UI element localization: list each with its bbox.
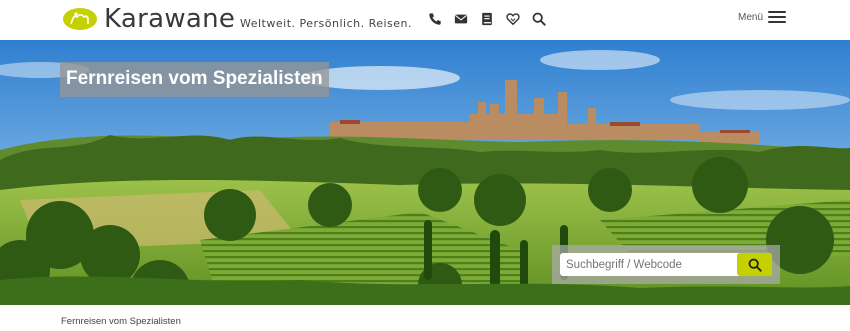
phone-button[interactable] (428, 11, 454, 27)
header-icon-bar (428, 11, 558, 27)
brand-tagline: Weltweit. Persönlich. Reisen. (240, 17, 413, 30)
hero-search-panel (552, 245, 780, 284)
hero-banner: Fernreisen vom Spezialisten (0, 40, 850, 305)
hero-title-box: Fernreisen vom Spezialisten (60, 62, 329, 97)
breadcrumb-current[interactable]: Fernreisen vom Spezialisten (61, 316, 181, 327)
mail-icon (454, 14, 468, 24)
brand-name: Karawane (104, 4, 236, 34)
wishlist-button[interactable] (506, 11, 532, 27)
breadcrumb: Fernreisen vom Spezialisten (61, 316, 181, 327)
hero-title: Fernreisen vom Spezialisten (66, 68, 323, 89)
search-icon (532, 12, 546, 26)
hamburger-icon (768, 11, 787, 23)
catalog-button[interactable] (480, 11, 506, 27)
header-search-button[interactable] (532, 11, 558, 27)
search-icon (748, 258, 762, 272)
heart-icon (506, 13, 520, 26)
site-header: Karawane Weltweit. Persönlich. Reisen. M… (0, 0, 850, 40)
menu-label: Menü (738, 11, 764, 23)
mail-button[interactable] (454, 11, 480, 27)
menu-button[interactable]: Menü (738, 11, 787, 23)
brand-logo[interactable]: Karawane (62, 5, 235, 33)
search-submit-button[interactable] (737, 253, 772, 276)
catalog-icon (482, 12, 492, 26)
phone-icon (429, 13, 441, 25)
logo-mark-icon (63, 8, 97, 30)
